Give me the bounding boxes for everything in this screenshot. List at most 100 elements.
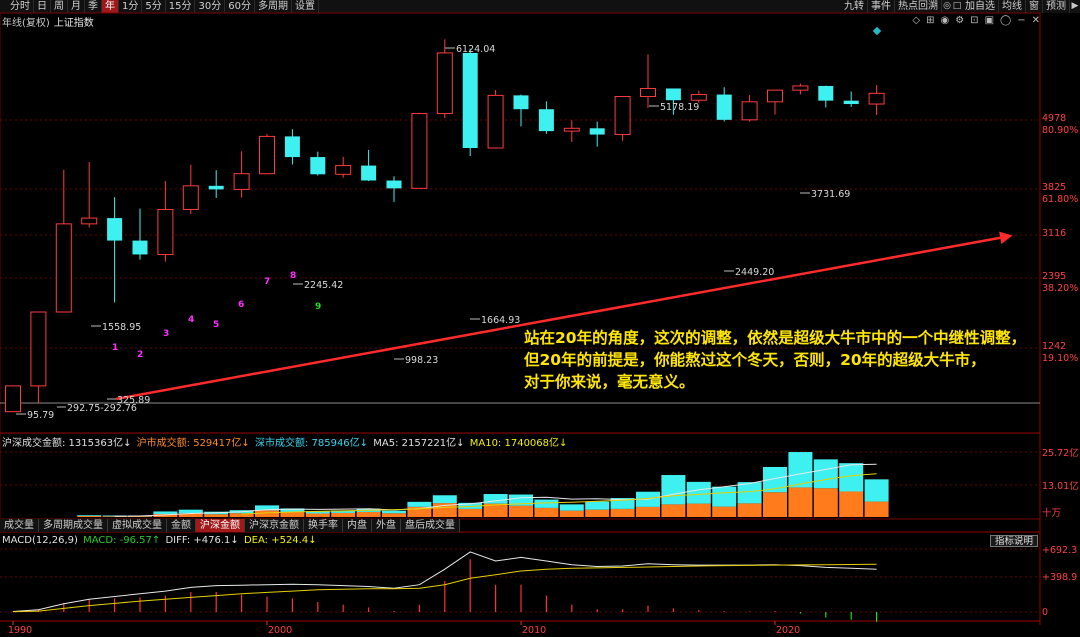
candle-body-up bbox=[792, 85, 809, 91]
volume-axis-label: 十万 bbox=[1042, 507, 1061, 519]
candle-body-up bbox=[55, 223, 72, 313]
volume-bar-sz bbox=[178, 509, 203, 514]
candle-body-down bbox=[538, 109, 554, 132]
percent-axis-label: 38.20% bbox=[1042, 283, 1078, 294]
macd-axis-label: 0 bbox=[1042, 607, 1048, 618]
tab-outer[interactable]: 外盘 bbox=[372, 519, 401, 532]
candle-body-down bbox=[462, 52, 478, 149]
percent-axis-label: 80.90% bbox=[1042, 125, 1078, 136]
tab-shszbj-amount[interactable]: 沪深京金额 bbox=[245, 519, 304, 532]
year-axis-label: 2020 bbox=[776, 625, 800, 636]
volume-bar-sz bbox=[864, 479, 889, 502]
candle-body-up bbox=[335, 165, 352, 175]
volume-bar-sz bbox=[737, 482, 762, 504]
year-axis-label: 1990 bbox=[8, 625, 32, 636]
volume-axis-label: 13.01亿 bbox=[1042, 480, 1079, 492]
td-count: 7 bbox=[264, 277, 270, 287]
tab-after-hours[interactable]: 盘后成交量 bbox=[401, 519, 460, 532]
volume-bar-sz bbox=[559, 504, 584, 511]
candle-body-up bbox=[690, 94, 707, 101]
candle-body-down bbox=[843, 100, 859, 105]
low-annotation: 2449.20 bbox=[735, 267, 774, 278]
commentary-text: 站在20年的角度，这次的调整，依然是超级大牛市中的一个中继性调整， 但20年的前… bbox=[524, 327, 1044, 393]
sz-turnover-label: 深市成交额: 785946亿↓ bbox=[254, 438, 369, 449]
candle-body-up bbox=[259, 135, 275, 175]
td-count: 1 bbox=[112, 343, 118, 353]
total-turnover-label: 沪深成交金额: 1315363亿↓ bbox=[2, 438, 132, 449]
volume-bar-sz bbox=[407, 501, 432, 507]
volume-bar-sh bbox=[305, 513, 330, 517]
volume-bar-sz bbox=[432, 495, 457, 504]
candle-body-down bbox=[208, 185, 224, 190]
indicator-tabs: 成交量 多周期成交量 虚拟成交量 金额 沪深金额 沪深京金额 换手率 内盘 外盘… bbox=[0, 519, 460, 532]
candle-body-up bbox=[487, 94, 504, 149]
percent-axis-label: 61.80% bbox=[1042, 194, 1078, 205]
candle-body-down bbox=[818, 85, 834, 101]
volume-bar-sh bbox=[788, 487, 813, 517]
volume-bar-sh bbox=[458, 508, 483, 517]
high-annotation: 3731.69 bbox=[811, 189, 850, 200]
volume-bar-sh bbox=[864, 501, 889, 517]
volume-bar-sh bbox=[356, 511, 381, 517]
volume-axis-label: 25.72亿 bbox=[1042, 447, 1079, 459]
tab-multi-volume[interactable]: 多周期成交量 bbox=[39, 519, 108, 532]
tab-amount[interactable]: 金额 bbox=[167, 519, 196, 532]
candle-body-down bbox=[665, 88, 681, 101]
price-axis-label: 3825 bbox=[1042, 182, 1066, 193]
volume-bar-sh bbox=[331, 512, 356, 517]
macd-value: MACD: -96.57↑ bbox=[83, 535, 161, 546]
tab-inner[interactable]: 内盘 bbox=[343, 519, 372, 532]
volume-bar-sh bbox=[636, 506, 660, 517]
td-count: 3 bbox=[163, 329, 169, 339]
ma10-label: MA10: 1740068亿↓ bbox=[469, 438, 568, 449]
volume-bar-sz bbox=[77, 515, 102, 516]
indicator-help-button[interactable]: 指标说明 bbox=[990, 535, 1038, 547]
volume-bar-sz bbox=[661, 475, 686, 505]
candle-body-down bbox=[107, 218, 123, 241]
candle-body-up bbox=[411, 113, 428, 189]
tab-volume[interactable]: 成交量 bbox=[0, 519, 39, 532]
td-count: 9 bbox=[315, 302, 321, 312]
volume-bar-sz bbox=[813, 459, 838, 489]
td-count: 6 bbox=[238, 300, 244, 310]
candle-body-up bbox=[30, 311, 47, 387]
volume-bar-sh bbox=[559, 510, 584, 517]
low-annotation: 1664.93 bbox=[481, 315, 520, 326]
tab-turnover-rate[interactable]: 换手率 bbox=[304, 519, 343, 532]
tab-shsz-amount[interactable]: 沪深金额 bbox=[196, 519, 245, 532]
volume-bar-sz bbox=[712, 486, 737, 507]
macd-info: MACD(12,26,9) MACD: -96.57↑ DIFF: +476.1… bbox=[2, 535, 319, 547]
td-count: 8 bbox=[290, 271, 296, 281]
price-axis-label: 2395 bbox=[1042, 271, 1066, 282]
price-axis-label: 1242 bbox=[1042, 341, 1066, 352]
candle-body-up bbox=[5, 385, 21, 413]
candle-body-up bbox=[767, 89, 783, 103]
tab-virtual-volume[interactable]: 虚拟成交量 bbox=[108, 519, 167, 532]
volume-bar-sh bbox=[382, 513, 406, 517]
stock-chart-app: 分时 日 周 月 季 年 1分 5分 15分 30分 60分 多周期 设置 九转… bbox=[0, 0, 1080, 637]
volume-bar-sh bbox=[509, 505, 533, 517]
high-annotation: 6124.04 bbox=[456, 44, 495, 55]
volume-bar-sh bbox=[839, 491, 864, 517]
candle-body-down bbox=[716, 94, 732, 120]
candle-body-down bbox=[386, 180, 402, 189]
volume-bar-sh bbox=[661, 504, 686, 517]
candle-body-up bbox=[157, 208, 174, 255]
ma5-label: MA5: 2157221亿↓ bbox=[373, 438, 465, 449]
candle-body-up bbox=[640, 87, 656, 98]
td-count: 5 bbox=[213, 320, 219, 330]
candle-body-down bbox=[132, 240, 148, 255]
candle-body-down bbox=[284, 136, 300, 158]
candle-body-up bbox=[436, 52, 453, 115]
volume-bar-sh bbox=[585, 509, 610, 517]
candle-body-up bbox=[868, 92, 885, 105]
volume-bar-sz bbox=[534, 499, 559, 508]
low-annotation: 998.23 bbox=[405, 355, 438, 366]
volume-bar-sh bbox=[204, 514, 229, 517]
candle-body-up bbox=[81, 217, 98, 225]
dea-value: DEA: +524.4↓ bbox=[243, 535, 317, 546]
candle-body-up bbox=[741, 101, 758, 121]
diff-value: DIFF: +476.1↓ bbox=[165, 535, 239, 546]
macd-axis-label: +398.9 bbox=[1042, 572, 1077, 583]
volume-bar-sh bbox=[763, 492, 787, 517]
